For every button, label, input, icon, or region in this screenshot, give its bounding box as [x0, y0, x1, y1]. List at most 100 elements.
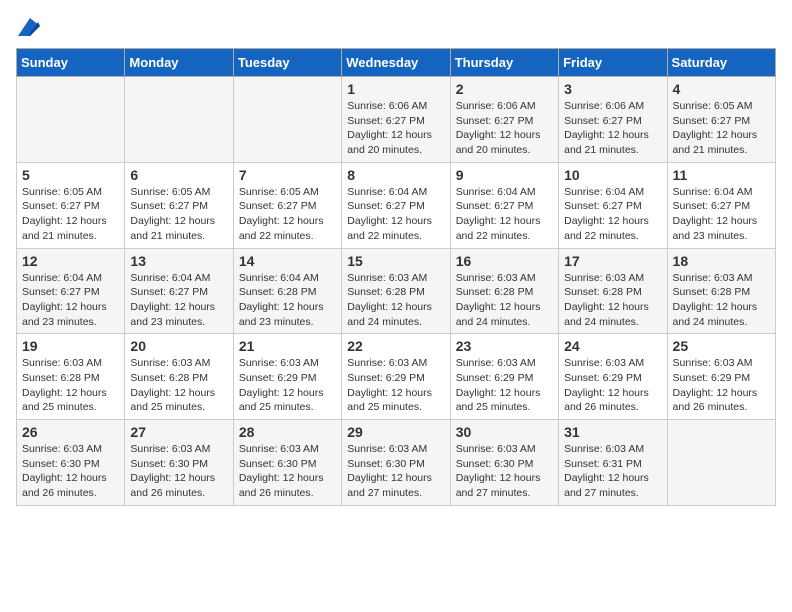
calendar-cell: 19 Sunrise: 6:03 AMSunset: 6:28 PMDayligh…	[17, 334, 125, 420]
day-info: Sunrise: 6:05 AMSunset: 6:27 PMDaylight:…	[22, 185, 119, 244]
weekday-header-monday: Monday	[125, 49, 233, 77]
day-info: Sunrise: 6:03 AMSunset: 6:28 PMDaylight:…	[130, 356, 227, 415]
day-number: 30	[456, 424, 553, 440]
day-number: 28	[239, 424, 336, 440]
day-number: 22	[347, 338, 444, 354]
calendar-cell: 9 Sunrise: 6:04 AMSunset: 6:27 PMDaylight…	[450, 162, 558, 248]
day-number: 2	[456, 81, 553, 97]
day-number: 11	[673, 167, 770, 183]
day-info: Sunrise: 6:04 AMSunset: 6:27 PMDaylight:…	[347, 185, 444, 244]
day-number: 8	[347, 167, 444, 183]
day-info: Sunrise: 6:03 AMSunset: 6:28 PMDaylight:…	[456, 271, 553, 330]
calendar-cell	[233, 77, 341, 163]
calendar-cell: 18Sunrise: 6:03 AMSunset: 6:28 PMDayligh…	[667, 248, 775, 334]
day-info: Sunrise: 6:06 AMSunset: 6:27 PMDaylight:…	[347, 99, 444, 158]
day-info: Sunrise: 6:03 AMSunset: 6:28 PMDaylight:…	[564, 271, 661, 330]
day-info: Sunrise: 6:03 AMSunset: 6:29 PMDaylight:…	[673, 356, 770, 415]
day-number: 14	[239, 253, 336, 269]
day-number: 15	[347, 253, 444, 269]
day-info: Sunrise: 6:03 AMSunset: 6:28 PMDaylight:…	[22, 356, 119, 415]
day-info: Sunrise: 6:06 AMSunset: 6:27 PMDaylight:…	[456, 99, 553, 158]
calendar-cell: 28 Sunrise: 6:03 AMSunset: 6:30 PMDayligh…	[233, 420, 341, 506]
day-number: 7	[239, 167, 336, 183]
calendar-cell: 13 Sunrise: 6:04 AMSunset: 6:27 PMDayligh…	[125, 248, 233, 334]
day-info: Sunrise: 6:03 AMSunset: 6:30 PMDaylight:…	[239, 442, 336, 501]
day-number: 25	[673, 338, 770, 354]
calendar-cell: 5Sunrise: 6:05 AMSunset: 6:27 PMDaylight…	[17, 162, 125, 248]
day-info: Sunrise: 6:03 AMSunset: 6:31 PMDaylight:…	[564, 442, 661, 501]
logo-bird-icon	[18, 18, 40, 36]
weekday-header-friday: Friday	[559, 49, 667, 77]
weekday-header-saturday: Saturday	[667, 49, 775, 77]
day-number: 20	[130, 338, 227, 354]
calendar-cell: 27 Sunrise: 6:03 AMSunset: 6:30 PMDayligh…	[125, 420, 233, 506]
day-info: Sunrise: 6:03 AMSunset: 6:28 PMDaylight:…	[673, 271, 770, 330]
weekday-header-wednesday: Wednesday	[342, 49, 450, 77]
calendar-cell: 11Sunrise: 6:04 AMSunset: 6:27 PMDayligh…	[667, 162, 775, 248]
calendar-cell: 21 Sunrise: 6:03 AMSunset: 6:29 PMDayligh…	[233, 334, 341, 420]
calendar-cell: 31 Sunrise: 6:03 AMSunset: 6:31 PMDayligh…	[559, 420, 667, 506]
calendar-cell: 29 Sunrise: 6:03 AMSunset: 6:30 PMDayligh…	[342, 420, 450, 506]
calendar-week-2: 5Sunrise: 6:05 AMSunset: 6:27 PMDaylight…	[17, 162, 776, 248]
calendar-cell	[17, 77, 125, 163]
day-number: 16	[456, 253, 553, 269]
day-number: 29	[347, 424, 444, 440]
calendar-cell: 24Sunrise: 6:03 AMSunset: 6:29 PMDayligh…	[559, 334, 667, 420]
day-info: Sunrise: 6:06 AMSunset: 6:27 PMDaylight:…	[564, 99, 661, 158]
weekday-header-tuesday: Tuesday	[233, 49, 341, 77]
calendar-cell	[125, 77, 233, 163]
day-info: Sunrise: 6:03 AMSunset: 6:29 PMDaylight:…	[564, 356, 661, 415]
calendar-cell: 25 Sunrise: 6:03 AMSunset: 6:29 PMDayligh…	[667, 334, 775, 420]
calendar-cell: 30Sunrise: 6:03 AMSunset: 6:30 PMDayligh…	[450, 420, 558, 506]
calendar-cell: 3 Sunrise: 6:06 AMSunset: 6:27 PMDaylight…	[559, 77, 667, 163]
calendar-cell: 15 Sunrise: 6:03 AMSunset: 6:28 PMDayligh…	[342, 248, 450, 334]
day-info: Sunrise: 6:03 AMSunset: 6:29 PMDaylight:…	[456, 356, 553, 415]
calendar-cell: 14 Sunrise: 6:04 AMSunset: 6:28 PMDayligh…	[233, 248, 341, 334]
calendar-week-1: 1 Sunrise: 6:06 AMSunset: 6:27 PMDaylight…	[17, 77, 776, 163]
day-number: 13	[130, 253, 227, 269]
calendar-cell: 16 Sunrise: 6:03 AMSunset: 6:28 PMDayligh…	[450, 248, 558, 334]
weekday-header-sunday: Sunday	[17, 49, 125, 77]
day-info: Sunrise: 6:03 AMSunset: 6:28 PMDaylight:…	[347, 271, 444, 330]
page-header	[16, 16, 776, 36]
day-info: Sunrise: 6:03 AMSunset: 6:29 PMDaylight:…	[347, 356, 444, 415]
day-info: Sunrise: 6:03 AMSunset: 6:29 PMDaylight:…	[239, 356, 336, 415]
calendar-week-5: 26 Sunrise: 6:03 AMSunset: 6:30 PMDayligh…	[17, 420, 776, 506]
calendar-week-4: 19 Sunrise: 6:03 AMSunset: 6:28 PMDayligh…	[17, 334, 776, 420]
calendar-cell: 17Sunrise: 6:03 AMSunset: 6:28 PMDayligh…	[559, 248, 667, 334]
day-number: 9	[456, 167, 553, 183]
calendar-cell: 7 Sunrise: 6:05 AMSunset: 6:27 PMDaylight…	[233, 162, 341, 248]
calendar-cell: 8 Sunrise: 6:04 AMSunset: 6:27 PMDaylight…	[342, 162, 450, 248]
day-number: 27	[130, 424, 227, 440]
day-info: Sunrise: 6:03 AMSunset: 6:30 PMDaylight:…	[130, 442, 227, 501]
day-number: 31	[564, 424, 661, 440]
calendar-cell: 23 Sunrise: 6:03 AMSunset: 6:29 PMDayligh…	[450, 334, 558, 420]
day-info: Sunrise: 6:04 AMSunset: 6:27 PMDaylight:…	[130, 271, 227, 330]
calendar-cell	[667, 420, 775, 506]
calendar-table: SundayMondayTuesdayWednesdayThursdayFrid…	[16, 48, 776, 506]
day-number: 6	[130, 167, 227, 183]
day-info: Sunrise: 6:05 AMSunset: 6:27 PMDaylight:…	[239, 185, 336, 244]
calendar-cell: 10Sunrise: 6:04 AMSunset: 6:27 PMDayligh…	[559, 162, 667, 248]
calendar-cell: 26 Sunrise: 6:03 AMSunset: 6:30 PMDayligh…	[17, 420, 125, 506]
day-number: 19	[22, 338, 119, 354]
day-info: Sunrise: 6:05 AMSunset: 6:27 PMDaylight:…	[130, 185, 227, 244]
day-info: Sunrise: 6:03 AMSunset: 6:30 PMDaylight:…	[22, 442, 119, 501]
weekday-header-thursday: Thursday	[450, 49, 558, 77]
day-info: Sunrise: 6:04 AMSunset: 6:27 PMDaylight:…	[22, 271, 119, 330]
calendar-cell: 20 Sunrise: 6:03 AMSunset: 6:28 PMDayligh…	[125, 334, 233, 420]
calendar-cell: 6 Sunrise: 6:05 AMSunset: 6:27 PMDaylight…	[125, 162, 233, 248]
calendar-cell: 22 Sunrise: 6:03 AMSunset: 6:29 PMDayligh…	[342, 334, 450, 420]
calendar-cell: 4Sunrise: 6:05 AMSunset: 6:27 PMDaylight…	[667, 77, 775, 163]
day-info: Sunrise: 6:04 AMSunset: 6:27 PMDaylight:…	[456, 185, 553, 244]
calendar-cell: 2 Sunrise: 6:06 AMSunset: 6:27 PMDaylight…	[450, 77, 558, 163]
day-number: 23	[456, 338, 553, 354]
day-number: 1	[347, 81, 444, 97]
day-info: Sunrise: 6:03 AMSunset: 6:30 PMDaylight:…	[347, 442, 444, 501]
day-number: 3	[564, 81, 661, 97]
day-number: 4	[673, 81, 770, 97]
day-info: Sunrise: 6:04 AMSunset: 6:28 PMDaylight:…	[239, 271, 336, 330]
day-info: Sunrise: 6:04 AMSunset: 6:27 PMDaylight:…	[564, 185, 661, 244]
day-number: 21	[239, 338, 336, 354]
day-number: 26	[22, 424, 119, 440]
